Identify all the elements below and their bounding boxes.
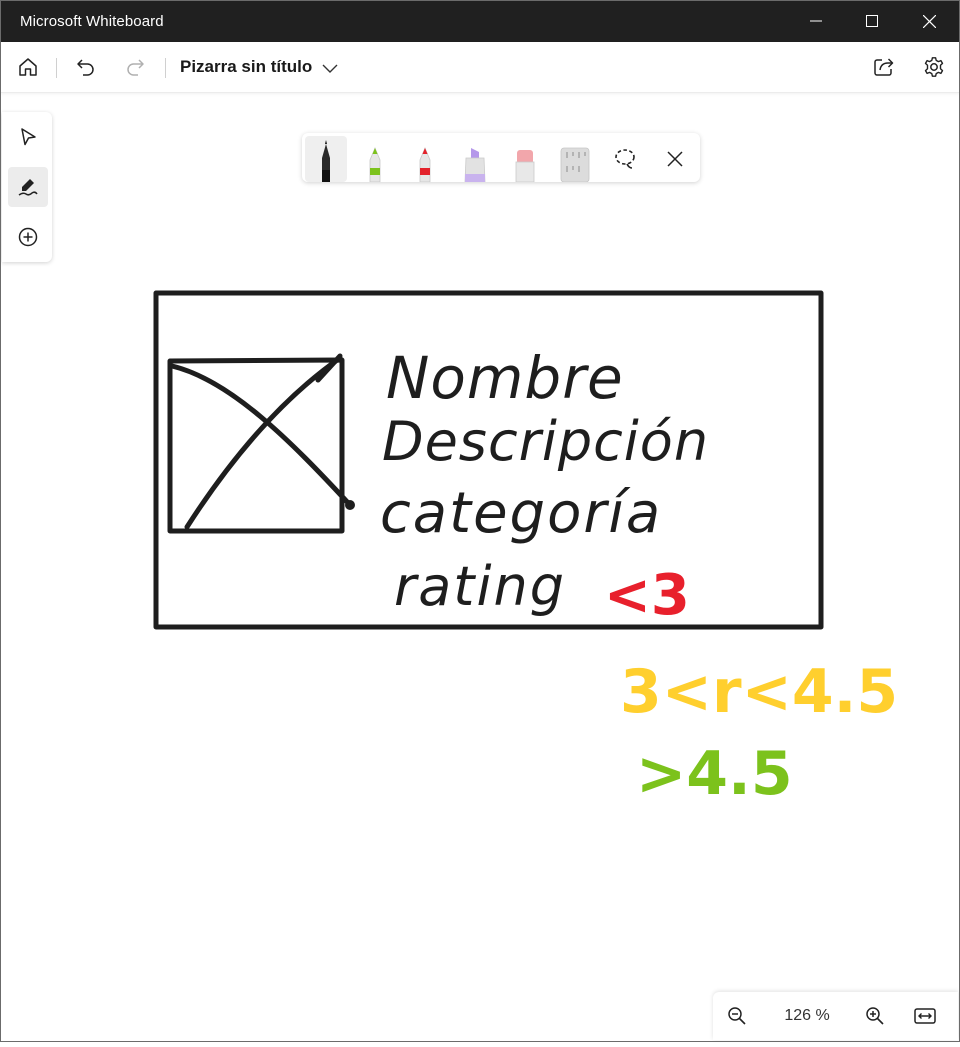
pointer-icon xyxy=(21,128,36,146)
ruler[interactable] xyxy=(554,136,596,182)
inking-tool[interactable] xyxy=(8,167,48,207)
lasso-icon xyxy=(615,149,635,169)
zoom-out-button[interactable] xyxy=(719,998,755,1034)
divider xyxy=(165,58,166,78)
fit-to-screen-button[interactable] xyxy=(907,998,943,1034)
ink-note-red: <3 xyxy=(604,563,690,628)
undo-icon xyxy=(77,59,94,76)
app-header: Pizarra sin título xyxy=(0,42,960,93)
minimize-button[interactable] xyxy=(787,0,845,42)
ink-label-name: Nombre xyxy=(386,344,624,412)
board-title[interactable]: Pizarra sin título xyxy=(180,57,312,77)
image-placeholder xyxy=(167,357,345,534)
share-icon xyxy=(874,58,894,76)
eraser[interactable] xyxy=(504,136,546,182)
ruler-icon xyxy=(560,147,590,182)
red-pen[interactable] xyxy=(404,136,446,182)
share-button[interactable] xyxy=(866,49,902,85)
pen-scribble-icon xyxy=(18,179,38,196)
tool-rail xyxy=(2,112,52,262)
zoom-in-button[interactable] xyxy=(857,998,893,1034)
settings-icon xyxy=(924,57,944,77)
highlighter-icon xyxy=(464,148,486,182)
redo-button[interactable] xyxy=(117,49,153,85)
zoom-out-icon xyxy=(728,1007,746,1025)
black-pen[interactable] xyxy=(305,136,347,182)
black-pen-icon xyxy=(322,140,330,182)
maximize-icon xyxy=(866,15,878,27)
home-icon xyxy=(19,58,37,76)
select-tool[interactable] xyxy=(8,117,48,157)
fit-to-screen-icon xyxy=(914,1008,936,1024)
pen-toolbar xyxy=(302,133,700,182)
zoom-level: 126 % xyxy=(784,1007,830,1024)
settings-button[interactable] xyxy=(916,49,952,85)
ink-note-green: >4.5 xyxy=(636,739,793,809)
maximize-button[interactable] xyxy=(843,0,901,42)
ink-note-yellow: 3<r<4.5 xyxy=(620,657,898,727)
whiteboard-canvas[interactable]: Nombre Descripción categoría rating <3 3… xyxy=(0,92,960,1042)
home-button[interactable] xyxy=(10,49,46,85)
close-icon xyxy=(667,151,683,167)
zoom-in-icon xyxy=(866,1007,884,1025)
close-icon xyxy=(922,14,936,28)
plus-circle-icon xyxy=(18,227,38,247)
ink-label-category: categoría xyxy=(380,481,662,546)
ink-label-rating: rating xyxy=(394,555,566,618)
close-window-button[interactable] xyxy=(900,0,958,42)
chevron-down-icon[interactable] xyxy=(320,58,340,78)
green-pen-icon xyxy=(369,146,381,182)
undo-button[interactable] xyxy=(68,49,104,85)
window-title: Microsoft Whiteboard xyxy=(20,13,164,30)
title-bar: Microsoft Whiteboard xyxy=(0,0,960,42)
ink-label-description: Descripción xyxy=(382,410,709,473)
ink-layer: Nombre Descripción categoría rating <3 3… xyxy=(153,290,898,809)
lasso-select[interactable] xyxy=(604,136,646,182)
add-tool[interactable] xyxy=(8,217,48,257)
red-pen-icon xyxy=(419,146,431,182)
green-pen[interactable] xyxy=(354,136,396,182)
minimize-icon xyxy=(810,20,822,22)
purple-highlighter[interactable] xyxy=(454,136,496,182)
redo-icon xyxy=(127,59,144,76)
divider xyxy=(56,58,57,78)
eraser-icon xyxy=(515,150,535,182)
zoom-controls: 126 % xyxy=(713,992,958,1040)
close-toolbar-button[interactable] xyxy=(654,136,696,182)
